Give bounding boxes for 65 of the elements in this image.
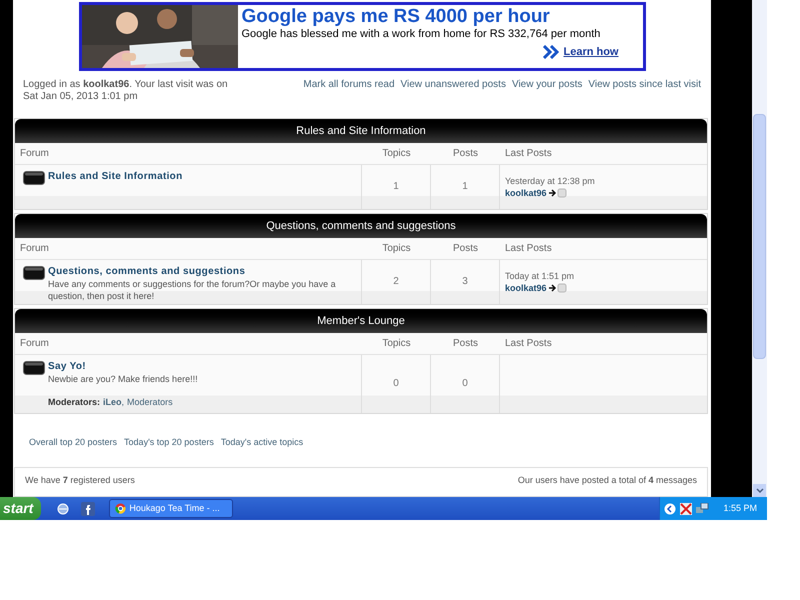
footer-link[interactable]: Overall top 20 posters (29, 436, 118, 450)
username-link[interactable]: koolkat96 (505, 282, 547, 294)
chevron-left-icon[interactable] (664, 502, 676, 514)
network-icon[interactable] (696, 502, 710, 514)
registered-users-text: We have 7 registered users (25, 474, 135, 488)
topics-count: 2 (362, 260, 431, 304)
column-header: Posts (452, 336, 479, 351)
category-header: Rules and Site Information (15, 118, 707, 143)
view-post-icon[interactable] (548, 282, 567, 293)
column-header: Topics (381, 336, 412, 351)
login-info-text: Logged in as koolkat96. Your last visit was on Sat Jan 05, 2013 1:01 pm (23, 79, 229, 104)
forum-title-link[interactable]: Say Yo! (48, 360, 358, 373)
separator-comma: , (122, 396, 124, 408)
ad-banner[interactable]: Google pays me RS 4000 per hour Google has blessed me with a work from home for RS 332,764 per month Learn how (78, 2, 646, 71)
posts-count: 0 (431, 354, 500, 413)
nav-link[interactable]: View posts since last visit (588, 79, 701, 91)
total-messages-text: Our users have posted a total of 4 messages (518, 474, 697, 488)
nav-link[interactable]: View unanswered posts (400, 79, 506, 91)
taskbar-button[interactable]: Houkago Tea Time - ... (109, 499, 234, 518)
ad-text: Google has blessed me with a work from home for RS 332,764 per month (242, 28, 602, 41)
scrollbar-thumb[interactable] (753, 114, 766, 359)
double-chevron-icon (543, 45, 560, 60)
scroll-down-icon[interactable] (753, 484, 766, 497)
forum-description: Have any comments or suggestions for the forum?Or maybe you have a question, then post it here! (48, 278, 337, 302)
forum-icon (23, 266, 45, 280)
forum-title-link[interactable]: Questions, comments and suggestions (48, 266, 358, 278)
column-header: Topics (381, 242, 412, 256)
clock: 1:55 PM (723, 502, 757, 515)
forum-description: Newbie are you? Make friends here!!! (48, 372, 199, 385)
footer-link[interactable]: Today's active topics (220, 436, 304, 450)
topics-count: 0 (362, 354, 431, 413)
moderator-link[interactable]: Moderators (127, 396, 173, 408)
learn-how-link[interactable]: Learn how (563, 44, 618, 60)
nav-link[interactable]: Mark all forums read (303, 79, 395, 91)
start-button[interactable]: start (0, 497, 42, 520)
column-header: Posts (452, 146, 479, 161)
category-header: Questions, comments and suggestions (15, 214, 707, 238)
f-logo-icon[interactable] (81, 502, 96, 516)
forum-title-link[interactable]: Rules and Site Information (48, 170, 182, 183)
column-header: Last Posts (504, 146, 553, 161)
footer-link[interactable]: Today's top 20 posters (124, 436, 214, 450)
scrollbar[interactable] (752, 0, 767, 497)
topics-count: 1 (362, 164, 431, 209)
column-header: Posts (452, 242, 479, 256)
column-header: Topics (381, 146, 412, 161)
nav-link[interactable]: View your posts (512, 79, 582, 91)
column-header: Last Posts (504, 242, 553, 256)
column-header: Forum (19, 336, 50, 351)
ad-headline: Google pays me RS 4000 per hour (242, 6, 551, 28)
username-link[interactable]: koolkat96 (505, 186, 547, 199)
forum-icon (23, 170, 45, 185)
forum-icon (23, 360, 45, 375)
moderator-link[interactable]: iLeo (103, 396, 122, 408)
browser-icon[interactable] (57, 502, 70, 514)
moderators-label: Moderators: (48, 396, 100, 408)
category-header: Member's Lounge (15, 308, 707, 333)
browser-icon (115, 503, 126, 514)
view-post-icon[interactable] (548, 188, 567, 198)
last-post-time: Today at 1:51 pm (505, 270, 576, 282)
column-header: Forum (19, 146, 50, 161)
posts-count: 3 (431, 260, 500, 304)
column-header: Last Posts (504, 336, 553, 351)
column-header: Forum (19, 242, 50, 256)
posts-count: 1 (431, 164, 500, 209)
last-post-time: Yesterday at 12:38 pm (505, 174, 596, 187)
